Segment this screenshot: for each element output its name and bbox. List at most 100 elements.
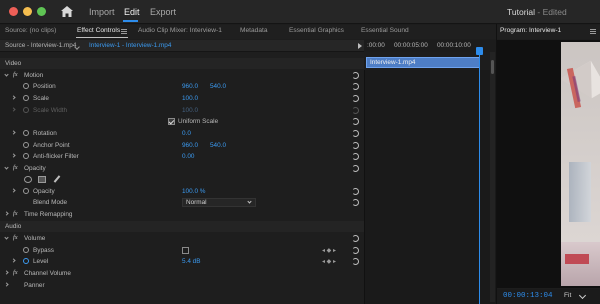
reset-icon[interactable] (352, 142, 359, 149)
chevron-right-icon[interactable] (4, 211, 9, 216)
reset-icon[interactable] (352, 258, 359, 265)
anchor-x-value[interactable]: 960.0 (182, 142, 198, 149)
nav-import[interactable]: Import (89, 7, 115, 17)
home-icon[interactable] (61, 6, 73, 17)
stopwatch-icon[interactable] (23, 95, 29, 101)
reset-icon[interactable] (352, 118, 359, 125)
stopwatch-icon[interactable] (23, 83, 29, 89)
channel-volume-row[interactable]: fx Channel Volume (0, 268, 364, 279)
chevron-down-icon[interactable] (4, 235, 9, 240)
uniform-scale-checkbox[interactable] (168, 118, 175, 125)
reset-icon[interactable] (352, 188, 359, 195)
video-frame (561, 42, 600, 286)
reset-icon[interactable] (352, 165, 359, 172)
position-label: Position (33, 83, 56, 90)
reset-icon[interactable] (352, 153, 359, 160)
program-timecode[interactable]: 00:00:13:04 (503, 292, 553, 300)
playhead-line[interactable] (479, 48, 480, 304)
zoom-fit-select[interactable]: Fit (564, 292, 571, 299)
chevron-right-icon[interactable] (4, 282, 9, 287)
fx-icon[interactable]: fx (13, 234, 18, 241)
tab-source[interactable]: Source: (no clips) (5, 27, 56, 34)
ellipse-mask-icon[interactable] (24, 176, 32, 183)
master-clip-label[interactable]: Source - Interview-1.mp4 (5, 42, 76, 49)
anti-flicker-label: Anti-flicker Filter (33, 153, 79, 160)
chevron-down-icon[interactable] (4, 72, 9, 77)
stopwatch-icon[interactable] (23, 130, 29, 136)
reset-icon[interactable] (352, 130, 359, 137)
reset-icon[interactable] (352, 199, 359, 206)
chevron-right-icon[interactable] (11, 95, 16, 100)
opacity-row: Opacity 100.0 % (0, 186, 364, 197)
reset-icon[interactable] (352, 235, 359, 242)
bypass-checkbox[interactable] (182, 247, 189, 254)
vertical-scrollbar[interactable] (490, 52, 495, 302)
scale-value[interactable]: 100.0 (182, 95, 198, 102)
fx-icon[interactable]: fx (13, 164, 18, 171)
sequence-clip-label[interactable]: Interview-1 - Interview-1.mp4 (89, 42, 171, 49)
motion-effect-row[interactable]: fx Motion (0, 70, 364, 81)
tab-essential-sound[interactable]: Essential Sound (361, 27, 409, 34)
chevron-right-icon[interactable] (11, 130, 16, 135)
position-row: Position 960.0 540.0 (0, 81, 364, 92)
program-monitor-title[interactable]: Program: Interview-1 (500, 27, 561, 34)
audio-section-label: Audio (5, 223, 22, 230)
opacity-effect-row[interactable]: fx Opacity (0, 163, 364, 174)
program-menu-icon[interactable] (590, 29, 596, 34)
reset-icon[interactable] (352, 95, 359, 102)
rectangle-mask-icon[interactable] (38, 176, 46, 183)
minimize-window-button[interactable] (23, 7, 32, 16)
keyframe-navigator[interactable]: ◂ ◆ ▸ (322, 247, 336, 254)
tab-essential-graphics[interactable]: Essential Graphics (289, 27, 344, 34)
panner-row[interactable]: Panner (0, 280, 364, 291)
rotation-value[interactable]: 0.0 (182, 130, 191, 137)
stopwatch-icon[interactable] (23, 142, 29, 148)
chevron-down-icon[interactable] (4, 165, 9, 170)
chevron-right-icon[interactable] (11, 188, 16, 193)
stopwatch-icon[interactable] (23, 247, 29, 253)
stopwatch-icon[interactable] (23, 258, 29, 264)
chevron-right-icon[interactable] (4, 270, 9, 275)
chevron-right-icon[interactable] (11, 153, 16, 158)
time-remapping-row[interactable]: fx Time Remapping (0, 209, 364, 220)
panel-menu-icon[interactable] (121, 29, 127, 34)
level-value[interactable]: 5.4 dB (182, 258, 200, 265)
keyframe-timeline[interactable] (364, 70, 496, 304)
chevron-right-icon (11, 107, 16, 112)
blend-mode-select[interactable]: Normal (182, 198, 256, 207)
position-x-value[interactable]: 960.0 (182, 83, 198, 90)
pen-mask-icon[interactable] (53, 175, 61, 183)
reset-icon[interactable] (352, 72, 359, 79)
nav-edit[interactable]: Edit (124, 7, 140, 17)
volume-effect-row[interactable]: fx Volume (0, 233, 364, 244)
stopwatch-icon[interactable] (23, 153, 29, 159)
reset-icon[interactable] (352, 247, 359, 254)
anti-flicker-value[interactable]: 0.00 (182, 153, 194, 160)
playhead-handle[interactable] (476, 47, 483, 55)
channel-volume-label: Channel Volume (24, 270, 71, 277)
zoom-window-button[interactable] (37, 7, 46, 16)
keyframe-navigator[interactable]: ◂ ◆ ▸ (322, 258, 336, 265)
active-tab-indicator (76, 37, 128, 38)
close-window-button[interactable] (9, 7, 18, 16)
anchor-y-value[interactable]: 540.0 (210, 142, 226, 149)
bypass-label: Bypass (33, 247, 54, 254)
tab-metadata[interactable]: Metadata (240, 27, 268, 34)
uniform-scale-label[interactable]: Uniform Scale (178, 118, 218, 125)
scrollbar-thumb[interactable] (491, 60, 494, 74)
stopwatch-icon[interactable] (23, 188, 29, 194)
chevron-right-icon[interactable] (11, 258, 16, 263)
program-viewer[interactable] (497, 40, 600, 288)
opacity-value[interactable]: 100.0 % (182, 188, 205, 195)
scale-label: Scale (33, 95, 49, 102)
reset-icon[interactable] (352, 83, 359, 90)
timeline-clip[interactable]: Interview-1.mp4 (366, 57, 480, 68)
position-y-value[interactable]: 540.0 (210, 83, 226, 90)
ruler-timecode-end: 00:00:10:00 (437, 42, 471, 49)
fx-icon[interactable]: fx (13, 71, 18, 78)
fx-icon[interactable]: fx (13, 269, 18, 276)
nav-export[interactable]: Export (150, 7, 176, 17)
show-timeline-icon[interactable] (358, 43, 362, 49)
tab-audio-clip-mixer[interactable]: Audio Clip Mixer: Interview-1 (138, 27, 222, 34)
tab-effect-controls[interactable]: Effect Controls (77, 27, 120, 34)
